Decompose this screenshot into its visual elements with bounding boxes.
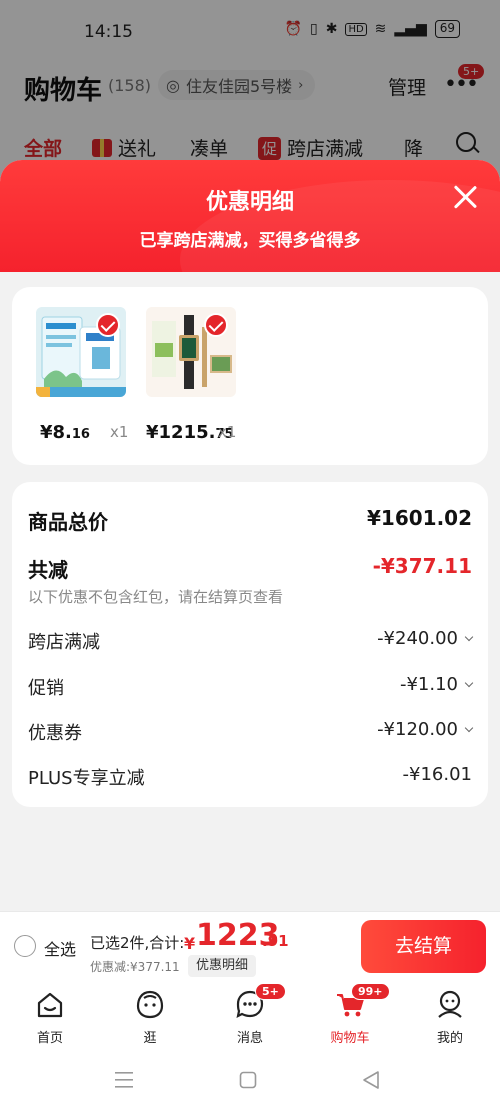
select-all-label[interactable]: 全选 — [44, 936, 76, 960]
nav-label: 首页 — [36, 1031, 63, 1046]
total-reduce-value: -¥377.11 — [372, 554, 472, 578]
discount-value: -¥1.10 — [400, 674, 474, 695]
dim-overlay[interactable] — [0, 0, 500, 180]
bottom-nav: 首页 逛 5+ 消息 99+ 购物车 我的 — [0, 981, 500, 1051]
nav-label: 逛 — [143, 1031, 157, 1046]
selected-check-icon — [204, 313, 228, 337]
total-amount-decimal: .91 — [262, 932, 289, 950]
total-price-value: ¥1601.02 — [366, 506, 472, 530]
sheet-header: 优惠明细 已享跨店满减，买得多省得多 — [0, 160, 500, 340]
total-currency: ¥ — [184, 934, 196, 953]
discount-label: 跨店满减 — [28, 632, 100, 653]
nav-label: 我的 — [436, 1031, 463, 1046]
total-reduce-row: 共减 -¥377.11 — [28, 554, 472, 584]
chevron-down-icon — [464, 632, 474, 642]
discount-value: -¥16.01 — [402, 764, 472, 785]
nav-label: 消息 — [236, 1031, 263, 1046]
discount-value: -¥120.00 — [377, 719, 474, 740]
nav-label: 购物车 — [330, 1031, 370, 1046]
back-icon[interactable] — [362, 1070, 380, 1090]
total-reduce-label: 共减 — [28, 558, 68, 582]
discount-row-cross-store[interactable]: 跨店满减 -¥240.00 — [28, 628, 474, 654]
menu-icon[interactable] — [114, 1071, 134, 1089]
total-price-row: 商品总价 ¥1601.02 — [28, 506, 472, 536]
home-button-icon[interactable] — [239, 1071, 257, 1089]
close-icon[interactable] — [452, 184, 478, 210]
select-all-radio[interactable] — [14, 935, 36, 957]
system-nav-bar — [0, 1051, 500, 1111]
messages-badge: 5+ — [255, 983, 286, 1000]
product-price: ¥8.16 — [40, 422, 90, 443]
discount-label: PLUS专享立减 — [28, 768, 145, 789]
chevron-down-icon — [464, 723, 474, 733]
profile-icon — [438, 990, 462, 1018]
discount-amount: 优惠减:¥377.11 — [90, 960, 180, 974]
checkout-button[interactable]: 去结算 — [361, 920, 486, 973]
reduce-hint: 以下优惠不包含红包，请在结算页查看 — [28, 588, 284, 606]
product-qty: x1 — [218, 423, 237, 441]
sheet-title: 优惠明细 — [205, 190, 294, 215]
sheet-subtitle: 已享跨店满减，买得多省得多 — [139, 231, 361, 251]
browse-icon — [136, 990, 164, 1019]
reduce-hint-row: 以下优惠不包含红包，请在结算页查看 — [28, 586, 472, 608]
discount-label: 优惠券 — [28, 723, 82, 744]
discount-detail-button[interactable]: 优惠明细 — [188, 955, 257, 977]
cart-badge: 99+ — [351, 983, 390, 1000]
discount-label: 促销 — [28, 678, 64, 699]
discount-row-coupon[interactable]: 优惠券 -¥120.00 — [28, 719, 474, 745]
discount-row-promotion[interactable]: 促销 -¥1.10 — [28, 674, 474, 700]
discount-value: -¥240.00 — [377, 628, 474, 649]
product-qty: x1 — [110, 423, 129, 441]
discount-row-plus: PLUS专享立减 -¥16.01 — [28, 764, 472, 790]
price-summary-card: 商品总价 ¥1601.02 共减 -¥377.11 以下优惠不包含红包，请在结算… — [12, 482, 488, 807]
selected-products-card: ¥8.16 x1 ¥1215.75 x1 — [12, 287, 488, 465]
selected-summary: 已选2件,合计: — [90, 934, 185, 952]
checkout-bar: 全选 已选2件,合计: ¥ 1223 .91 优惠减:¥377.11 优惠明细 … — [0, 911, 500, 981]
total-price-label: 商品总价 — [28, 510, 108, 534]
chevron-down-icon — [464, 678, 474, 688]
home-icon — [37, 992, 63, 1018]
selected-check-icon — [96, 313, 120, 337]
